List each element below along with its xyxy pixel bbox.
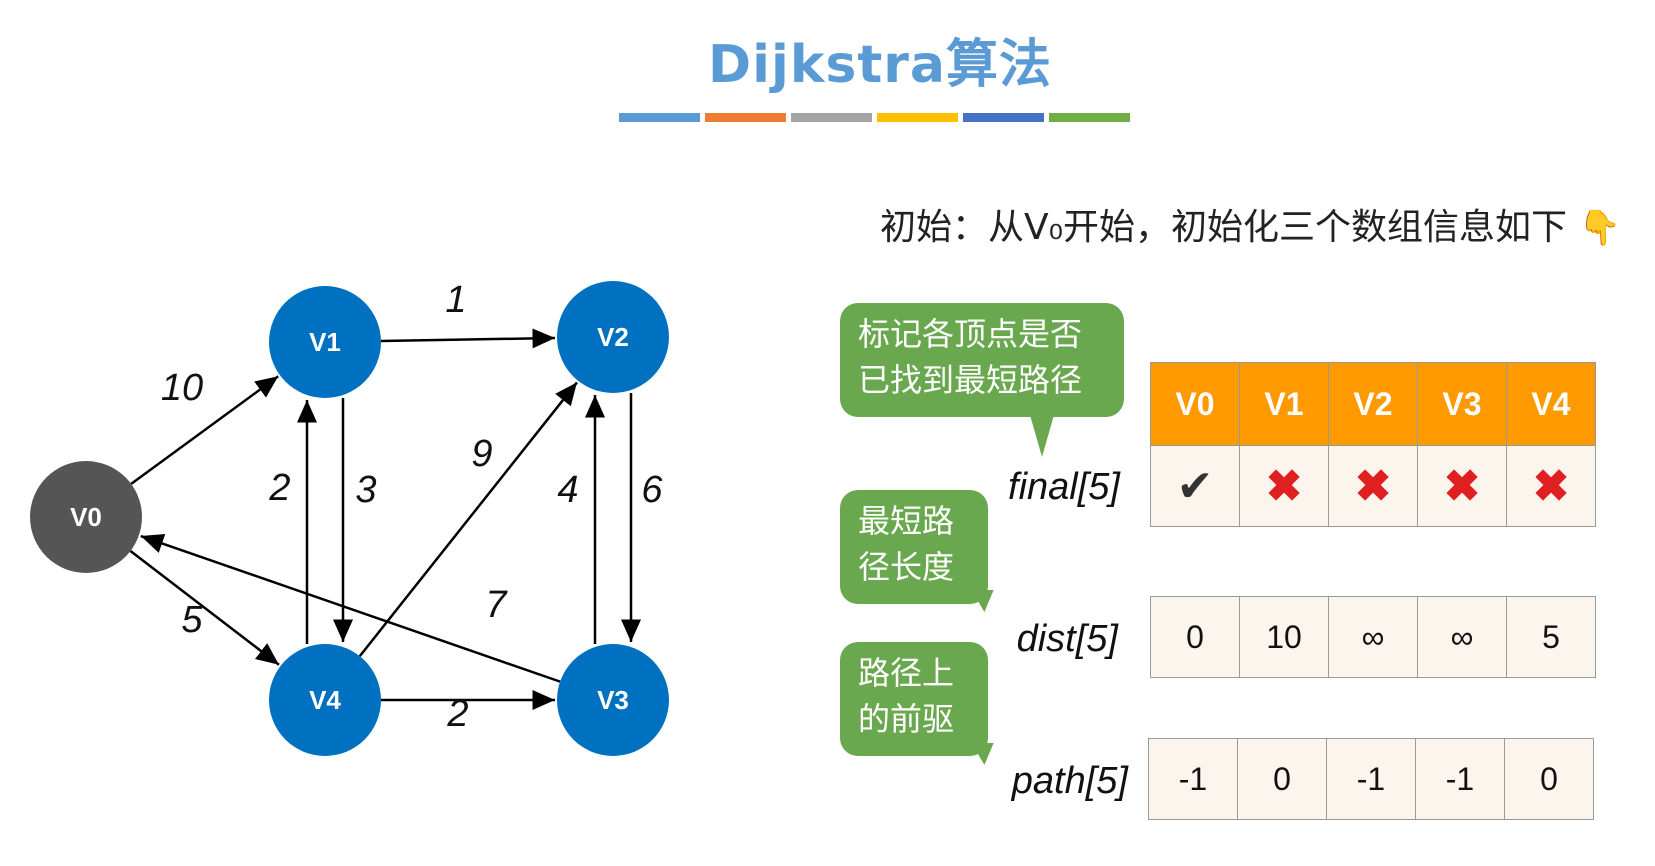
directed-graph: 10 5 1 2 3 9 4 6 7 2 V0 V1 V2 V3 V4: [30, 279, 669, 756]
edge-weight-v0-v1: 10: [161, 367, 203, 409]
pointing-down-icon: 👇: [1578, 208, 1621, 248]
color-bar-segment: [877, 113, 958, 122]
color-bar-segment: [963, 113, 1044, 122]
edge-weight-v3-v0: 7: [485, 584, 508, 626]
final-cell-v2: ✖: [1328, 445, 1418, 527]
path-cell-v4: 0: [1504, 738, 1594, 820]
dist-cell-v1: 10: [1239, 596, 1329, 678]
final-array-label: final[5]: [1008, 466, 1120, 508]
color-bar-segment: [791, 113, 872, 122]
edge-weight-v0-v4: 5: [181, 599, 203, 641]
cross-icon: ✖: [1265, 461, 1303, 511]
dist-cell-v0: 0: [1150, 596, 1240, 678]
cross-icon: ✖: [1443, 461, 1481, 511]
dist-cell-v4: 5: [1506, 596, 1596, 678]
final-cell-v4: ✖: [1506, 445, 1596, 527]
edge-weight-v4-v1: 3: [355, 469, 376, 511]
check-icon: ✔: [1176, 461, 1214, 511]
node-label-v4: V4: [309, 685, 341, 715]
callout-final-tail: [1030, 415, 1054, 457]
color-bar-segment: [1049, 113, 1130, 122]
page-title: Dijkstra算法: [708, 35, 1052, 95]
dist-array-label: dist[5]: [1016, 618, 1118, 660]
edge-weight-v3-v2: 6: [641, 469, 663, 511]
dist-cell-v2: ∞: [1328, 596, 1418, 678]
path-cell-v0: -1: [1148, 738, 1238, 820]
node-label-v0: V0: [70, 502, 102, 532]
vertex-header-v3: V3: [1417, 362, 1507, 446]
node-label-v3: V3: [597, 685, 629, 715]
subtitle: 初始：从V₀开始，初始化三个数组信息如下 👇: [880, 198, 1621, 250]
final-row: ✔ ✖ ✖ ✖ ✖: [1150, 445, 1596, 527]
path-cell-v3: -1: [1415, 738, 1505, 820]
dist-row: 0 10 ∞ ∞ 5: [1150, 596, 1596, 678]
edge-v1-v2: [380, 328, 556, 349]
edge-v0-v4: [129, 550, 280, 666]
final-cell-v1: ✖: [1239, 445, 1329, 527]
vertex-header-v2: V2: [1328, 362, 1418, 446]
edge-weight-v1-v2: 1: [445, 279, 466, 321]
callout-final: 标记各顶点是否已找到最短路径: [840, 303, 1124, 417]
path-row: -1 0 -1 -1 0: [1148, 738, 1594, 820]
cross-icon: ✖: [1354, 461, 1392, 511]
cross-icon: ✖: [1532, 461, 1570, 511]
edge-v0-v1: [130, 375, 279, 485]
path-cell-v2: -1: [1326, 738, 1416, 820]
vertex-header-v0: V0: [1150, 362, 1240, 446]
edge-weight-v1-v4: 2: [268, 467, 290, 509]
final-table: V0 V1 V2 V3 V4 ✔ ✖ ✖ ✖ ✖: [1150, 362, 1596, 527]
edge-weight-v4-v3: 2: [446, 693, 468, 735]
edge-v4-v2: [358, 381, 578, 657]
node-label-v1: V1: [309, 327, 341, 357]
final-cell-v0: ✔: [1150, 445, 1240, 527]
path-array-label: path[5]: [1011, 760, 1128, 802]
color-bar-segment: [619, 113, 700, 122]
color-bar-divider: [619, 113, 1139, 123]
edge-weight-v4-v2: 9: [471, 433, 492, 475]
node-label-v2: V2: [597, 322, 629, 352]
subtitle-text: 初始：从V₀开始，初始化三个数组信息如下: [880, 207, 1568, 248]
color-bar-segment: [705, 113, 786, 122]
vertex-header-row: V0 V1 V2 V3 V4: [1150, 362, 1596, 446]
dist-cell-v3: ∞: [1417, 596, 1507, 678]
path-cell-v1: 0: [1237, 738, 1327, 820]
vertex-header-v4: V4: [1506, 362, 1596, 446]
vertex-header-v1: V1: [1239, 362, 1329, 446]
edge-weight-v2-v3: 4: [557, 469, 578, 511]
final-cell-v3: ✖: [1417, 445, 1507, 527]
dist-table: 0 10 ∞ ∞ 5: [1150, 596, 1596, 678]
path-table: -1 0 -1 -1 0: [1148, 738, 1594, 820]
